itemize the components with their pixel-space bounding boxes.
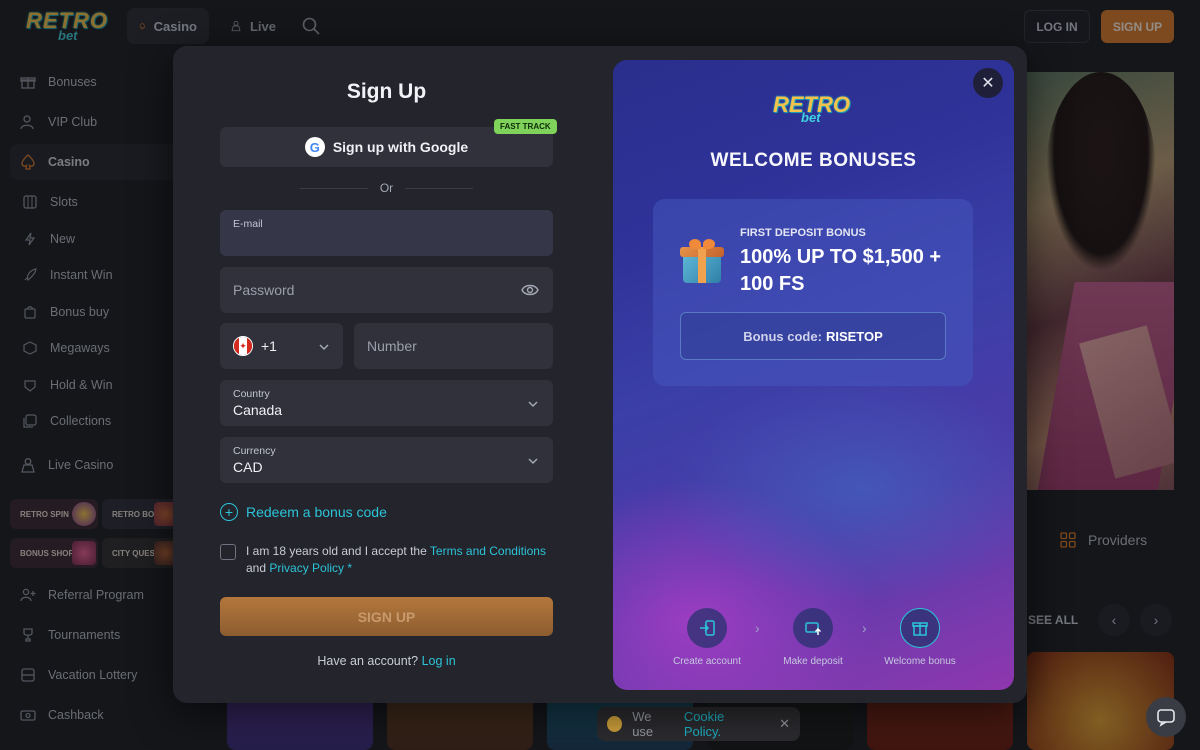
phone-code: +1 bbox=[261, 338, 277, 354]
privacy-link[interactable]: Privacy Policy bbox=[269, 561, 344, 575]
close-modal-button[interactable]: ✕ bbox=[973, 68, 1003, 98]
google-icon: G bbox=[304, 137, 325, 157]
chevron-down-icon bbox=[527, 454, 539, 472]
have-account-row: Have an account? Log in bbox=[220, 654, 553, 668]
promo-logo-subtext: bet bbox=[801, 110, 821, 125]
country-value: Canada bbox=[233, 402, 283, 418]
modal-title: Sign Up bbox=[346, 80, 427, 103]
currency-value: CAD bbox=[233, 459, 263, 475]
gift-box-icon bbox=[679, 239, 725, 285]
phone-placeholder: Number bbox=[367, 338, 417, 354]
phone-number-input[interactable]: Number bbox=[354, 323, 553, 369]
close-icon: ✕ bbox=[981, 75, 995, 92]
cookie-policy-link[interactable]: Cookie Policy. bbox=[684, 709, 761, 739]
terms-link[interactable]: Terms and Conditions bbox=[430, 544, 546, 558]
gift-icon bbox=[900, 608, 940, 648]
terms-and-text: and bbox=[246, 561, 267, 575]
chat-icon bbox=[1157, 709, 1175, 727]
chevron-down-icon bbox=[318, 340, 330, 356]
bonus-code-value: RISETOP bbox=[825, 328, 883, 344]
email-label: E-mail bbox=[233, 218, 263, 230]
or-divider: Or bbox=[300, 180, 473, 196]
phone-country-code-select[interactable]: ✦ +1 bbox=[220, 323, 343, 369]
terms-text: I am 18 years old and I accept the bbox=[246, 544, 427, 558]
login-link[interactable]: Log in bbox=[422, 654, 456, 668]
terms-checkbox[interactable] bbox=[220, 544, 236, 560]
login-icon bbox=[687, 608, 727, 648]
signup-steps: Create account › Make deposit › Welcome … bbox=[613, 608, 1014, 678]
canada-flag-icon: ✦ bbox=[233, 336, 253, 356]
plus-circle-icon: + bbox=[220, 503, 238, 521]
divider-line bbox=[300, 187, 368, 189]
terms-row: I am 18 years old and I accept the Terms… bbox=[220, 543, 553, 577]
currency-select[interactable]: Currency CAD bbox=[220, 437, 553, 483]
step-make-deposit: Make deposit bbox=[758, 608, 868, 667]
bonus-code-box[interactable]: Bonus code: RISETOP bbox=[680, 312, 946, 360]
bonus-card: FIRST DEPOSIT BONUS 100% UP TO $1,500 + … bbox=[653, 199, 973, 386]
signup-modal: Sign Up G Sign up with Google FAST TRACK… bbox=[173, 46, 1027, 703]
or-label: Or bbox=[379, 181, 394, 195]
cookie-banner: We use Cookie Policy. ✕ bbox=[597, 707, 800, 741]
chat-button[interactable] bbox=[1146, 697, 1186, 737]
currency-label: Currency bbox=[233, 445, 276, 457]
have-account-text: Have an account? bbox=[317, 654, 419, 668]
deposit-icon bbox=[793, 608, 833, 648]
redeem-label: Redeem a bonus code bbox=[246, 504, 387, 520]
google-signup-label: Sign up with Google bbox=[332, 139, 469, 155]
step-label: Make deposit bbox=[783, 656, 843, 667]
signup-submit-button[interactable]: SIGN UP bbox=[220, 597, 553, 636]
eye-icon[interactable] bbox=[521, 281, 539, 304]
country-label: Country bbox=[233, 388, 270, 400]
required-marker: * bbox=[347, 561, 353, 575]
divider-line bbox=[405, 187, 473, 189]
chevron-down-icon bbox=[527, 397, 539, 415]
bonus-label: FIRST DEPOSIT BONUS bbox=[740, 227, 866, 239]
close-icon[interactable]: ✕ bbox=[779, 716, 790, 732]
welcome-bonus-panel: ✕ RETRO bet WELCOME BONUSES FIRST DEPOSI… bbox=[613, 60, 1014, 690]
password-placeholder: Password bbox=[233, 282, 295, 298]
step-label: Create account bbox=[673, 656, 741, 667]
password-field[interactable]: Password bbox=[220, 267, 553, 313]
fast-track-badge: FAST TRACK bbox=[494, 119, 557, 134]
bonus-code-prefix: Bonus code: bbox=[743, 328, 822, 344]
step-create-account: Create account bbox=[652, 608, 762, 667]
promo-logo: RETRO bet bbox=[773, 92, 855, 130]
welcome-heading: WELCOME BONUSES bbox=[710, 150, 917, 171]
step-welcome-bonus: Welcome bonus bbox=[865, 608, 975, 667]
bonus-amount: 100% UP TO $1,500 + 100 FS bbox=[740, 246, 942, 295]
cookie-icon bbox=[607, 716, 623, 732]
cookie-text: We use bbox=[632, 709, 654, 739]
step-label: Welcome bonus bbox=[884, 656, 956, 667]
redeem-bonus-code-link[interactable]: + Redeem a bonus code bbox=[220, 503, 387, 521]
country-select[interactable]: Country Canada bbox=[220, 380, 553, 426]
email-field[interactable]: E-mail bbox=[220, 210, 553, 256]
